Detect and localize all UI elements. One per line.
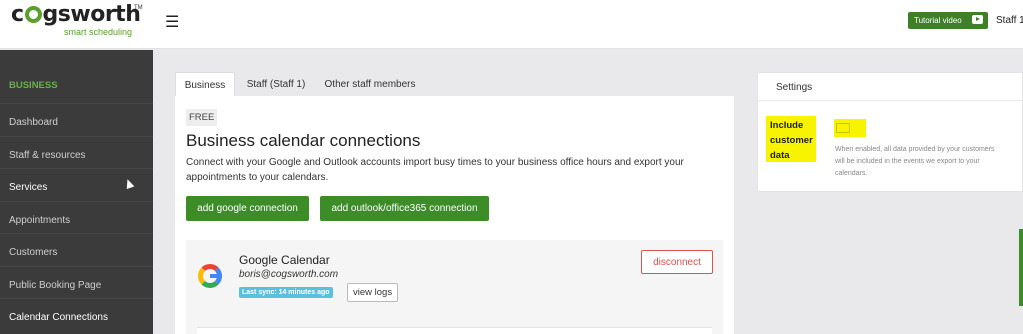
calendar-card-body (197, 327, 712, 334)
settings-title: Settings (758, 73, 1023, 101)
page-description: Connect with your Google and Outlook acc… (186, 157, 684, 183)
hamburger-menu-icon[interactable]: ☰ (165, 12, 179, 32)
google-logo-bar (210, 274, 222, 278)
staff-account-menu[interactable]: Staff 1 (996, 15, 1023, 26)
calendar-account-email: boris@cogsworth.com (239, 269, 339, 280)
tab-staff[interactable]: Staff (Staff 1) (240, 72, 312, 97)
sidebar-item-customers[interactable]: Customers (0, 233, 153, 265)
sidebar-item-staff-resources[interactable]: Staff & resources (0, 136, 153, 168)
calendar-name: Google Calendar (239, 253, 330, 267)
include-customer-data-label: Include customer data (766, 116, 816, 162)
include-customer-data-help: When enabled, all data provided by your … (835, 146, 995, 177)
gear-icon (24, 6, 42, 23)
include-customer-data-toggle[interactable] (834, 119, 866, 137)
sidebar-item-calendar-connections[interactable]: Calendar Connections (0, 298, 153, 330)
scrollbar-thumb[interactable] (1019, 229, 1023, 306)
tutorial-video-button[interactable]: Tutorial video (908, 12, 988, 29)
calendar-connections-panel: FREE Business calendar connections Conne… (175, 96, 734, 334)
sidebar-section-business: BUSINESS (9, 80, 58, 91)
play-video-icon (972, 15, 983, 24)
sidebar-item-appointments[interactable]: Appointments (0, 201, 153, 233)
last-sync-badge: Last sync: 14 minutes ago (239, 287, 333, 298)
sidebar-item-dashboard[interactable]: Dashboard (0, 103, 153, 135)
toggle-checkbox[interactable] (836, 123, 850, 133)
top-bar: c gsworth TM smart scheduling ☰ Tutorial … (0, 0, 1023, 49)
page-title: Business calendar connections (186, 131, 421, 150)
add-outlook-connection-button[interactable]: add outlook/office365 connection (320, 196, 489, 221)
logo-tagline: smart scheduling (64, 27, 133, 37)
view-logs-button[interactable]: view logs (347, 283, 399, 302)
google-calendar-card: Google Calendar boris@cogsworth.com Last… (186, 240, 723, 334)
tab-business[interactable]: Business (175, 72, 235, 97)
sidebar-item-public-booking-page[interactable]: Public Booking Page (0, 266, 153, 298)
logo-wordmark: c gsworth (11, 2, 141, 27)
add-google-connection-button[interactable]: add google connection (186, 196, 309, 221)
disconnect-button[interactable]: disconnect (641, 250, 713, 274)
sidebar: BUSINESS Dashboard Staff & resources Ser… (0, 50, 153, 334)
tab-other-staff-members[interactable]: Other staff members (318, 72, 422, 97)
cogsworth-logo[interactable]: c gsworth TM smart scheduling (11, 2, 143, 42)
plan-badge: FREE (186, 109, 218, 126)
trademark-mark: TM (134, 5, 143, 11)
tutorial-video-label: Tutorial video (914, 16, 962, 25)
